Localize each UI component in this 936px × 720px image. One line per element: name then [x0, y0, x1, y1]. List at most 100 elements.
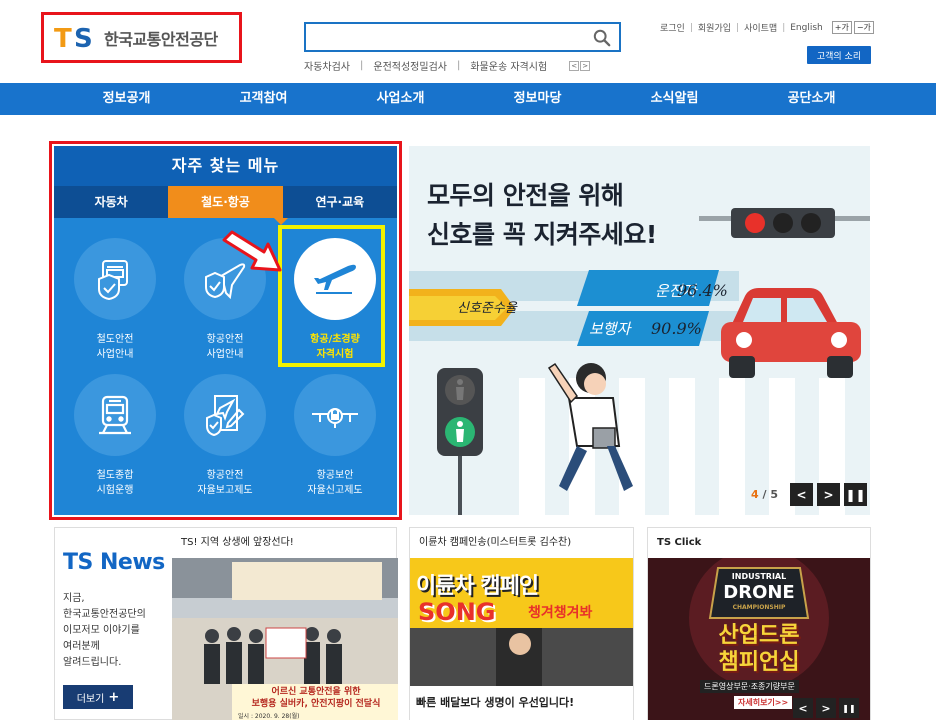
fav-item-aviation-security[interactable]: 항공보안 자율신고제도: [280, 374, 390, 498]
video-thumbnail: 이륜차 캠페인 SONG 챙겨챙겨봐 빠른 배달보다 생명이 우선입니다!: [410, 558, 633, 720]
video-title: 이륜차 캠페인송(미스터트롯 김수찬): [419, 537, 572, 548]
chevron-right-icon[interactable]: >: [816, 698, 836, 718]
slide-current: 4: [751, 488, 759, 501]
video-thumb-right: 챙겨챙겨봐: [528, 605, 593, 621]
train-front-icon: [74, 374, 156, 456]
news-article-title: TS! 지역 상생에 앞장선다!: [181, 537, 294, 548]
click-title: TS Click: [657, 537, 702, 548]
keyword-link[interactable]: 자동차검사: [304, 58, 350, 73]
signup-link[interactable]: 회원가입: [698, 21, 731, 34]
banner-headline: 모두의 안전을 위해 신호를 꼭 지켜주세요!: [427, 181, 657, 249]
click-thumb-korean: 산업드론 챔피언십: [718, 623, 800, 675]
news-photo: 어르신 교통안전을 위한 보행용 실버카, 안전지팡이 전달식 일시 : 202…: [172, 558, 398, 720]
next-slide-button[interactable]: >: [817, 483, 841, 506]
click-thumbnail: INDUSTRIAL DRONE CHAMPIONSHIP 산업드론 챔피언십 …: [648, 558, 870, 720]
chevron-left-icon: <: [796, 487, 807, 502]
divider: |: [360, 60, 364, 71]
main-nav: 정보공개 고객참여 사업소개 정보마당 소식알림 공단소개: [0, 83, 936, 115]
main-banner[interactable]: 운전자 보행자 96.4% 90.9% 신호준수율 모두의 안전을 위해 신호를…: [409, 146, 870, 515]
chevron-right-icon[interactable]: >: [580, 60, 591, 71]
nav-item-info-disclosure[interactable]: 정보공개: [58, 83, 195, 115]
campaign-video-card[interactable]: 이륜차 캠페인송(미스터트롯 김수찬) 이륜차 캠페인 SONG 챙겨챙겨봐 빠…: [409, 527, 634, 720]
ts-click-card[interactable]: TS Click INDUSTRIAL DRONE CHAMPIONSHIP 산…: [647, 527, 871, 720]
search-icon[interactable]: [593, 29, 611, 47]
nav-item-about[interactable]: 공단소개: [743, 83, 880, 115]
fav-item-label: 철도안전 사업안내: [96, 334, 134, 360]
chevron-left-icon[interactable]: <: [793, 698, 813, 718]
divider: |: [689, 22, 693, 33]
pause-icon[interactable]: ❚❚: [839, 698, 859, 718]
fav-item-label: 항공안전 자율보고제도: [197, 470, 253, 496]
divider: |: [736, 22, 740, 33]
login-link[interactable]: 로그인: [660, 21, 685, 34]
nav-item-business[interactable]: 사업소개: [332, 83, 469, 115]
nav-item-info-plaza[interactable]: 정보마당: [469, 83, 606, 115]
divider: |: [782, 22, 786, 33]
fav-item-rail-test-run[interactable]: 철도종합 시험운행: [60, 374, 170, 498]
plus-icon: +: [108, 689, 120, 705]
nav-item-participation[interactable]: 고객참여: [195, 83, 332, 115]
chevron-right-icon: >: [823, 487, 834, 502]
annotation-arrow-icon: [222, 230, 282, 272]
active-tab-caret: [274, 218, 288, 225]
logo-text: 한국교통안전공단: [104, 29, 218, 49]
fav-item-label: 철도종합 시험운행: [96, 470, 134, 496]
ts-logo-mark: TS: [54, 23, 93, 54]
news-article[interactable]: TS! 지역 상생에 앞장선다! 어르신 교통안전을 위한 보행용 실버카, 안…: [172, 528, 398, 720]
pause-icon: ❚❚: [845, 487, 866, 502]
train-shield-icon: [74, 238, 156, 320]
font-increase-button[interactable]: +가: [831, 21, 852, 34]
news-description: 지금, 한국교통안전공단의 이모저모 이야기를 여러분께 알려드립니다.: [63, 593, 146, 668]
document-plane-icon: [184, 374, 266, 456]
more-label: 더보기: [76, 693, 105, 705]
news-photo-date: 일시 : 2020. 9. 28(월): [238, 713, 300, 720]
favorite-tabs: 자동차 철도·항공 연구·교육: [54, 186, 397, 218]
english-link[interactable]: English: [790, 23, 823, 33]
sitemap-link[interactable]: 사이트맵: [744, 21, 777, 34]
click-thumb-cta: 자세히보기>>: [734, 696, 793, 709]
fav-item-label: 항공안전 사업안내: [206, 334, 244, 360]
tab-rail-aviation[interactable]: 철도·항공: [168, 186, 283, 218]
slide-total: 5: [770, 488, 779, 501]
annotation-yellow-box: [278, 225, 385, 367]
fav-item-label: 항공보안 자율신고제도: [307, 470, 363, 496]
click-pager: < > ❚❚: [793, 698, 859, 718]
news-more-button[interactable]: 더보기 +: [63, 685, 133, 709]
banner-pager: 4 / 5 < > ❚❚: [751, 483, 868, 506]
tab-research-education[interactable]: 연구·교육: [283, 186, 397, 218]
search-bar: [304, 22, 621, 52]
font-decrease-button[interactable]: −가: [853, 21, 874, 34]
svg-text:90.9%: 90.9%: [651, 319, 702, 338]
aviation-security-icon: [294, 374, 376, 456]
divider: |: [456, 60, 461, 71]
favorite-menu-title: 자주 찾는 메뉴: [54, 146, 397, 186]
search-input[interactable]: [306, 24, 576, 50]
keyword-link[interactable]: 화물운송 자격시험: [470, 58, 547, 73]
click-thumb-caption: 드론영상부문·조종기량부문: [700, 680, 799, 693]
keyword-link[interactable]: 운전적성정밀검사: [373, 58, 447, 73]
customer-voice-button[interactable]: 고객의 소리: [807, 46, 871, 64]
video-thumb-bottom: 빠른 배달보다 생명이 우선입니다!: [416, 696, 575, 709]
site-logo[interactable]: TS 한국교통안전공단: [41, 12, 242, 63]
svg-text:신호준수율: 신호준수율: [457, 301, 518, 316]
popular-keywords: 자동차검사 | 운전적성정밀검사 | 화물운송 자격시험 < >: [304, 58, 591, 73]
click-thumb-big: DRONE: [723, 582, 795, 603]
video-thumb-line2: SONG: [418, 598, 496, 626]
nav-item-news[interactable]: 소식알림: [606, 83, 743, 115]
utility-links: 로그인 | 회원가입 | 사이트맵 | English +가 −가: [660, 21, 874, 34]
news-brand: TS News: [63, 550, 165, 575]
slide-counter: 4 / 5: [751, 488, 778, 501]
video-thumb-line1: 이륜차 캠페인: [416, 574, 539, 599]
svg-text:96.4%: 96.4%: [677, 281, 728, 300]
click-thumb-small: INDUSTRIAL: [731, 572, 787, 581]
svg-text:보행자: 보행자: [589, 320, 633, 338]
chevron-left-icon[interactable]: <: [569, 60, 580, 71]
font-size-controls: +가 −가: [831, 21, 874, 34]
ts-news-card: TS News 지금, 한국교통안전공단의 이모저모 이야기를 여러분께 알려드…: [54, 527, 398, 720]
keyword-pager: < >: [569, 60, 591, 71]
fav-item-rail-safety[interactable]: 철도안전 사업안내: [60, 238, 170, 362]
prev-slide-button[interactable]: <: [790, 483, 814, 506]
fav-item-voluntary-report[interactable]: 항공안전 자율보고제도: [170, 374, 280, 498]
pause-slide-button[interactable]: ❚❚: [844, 483, 868, 506]
tab-car[interactable]: 자동차: [54, 186, 168, 218]
